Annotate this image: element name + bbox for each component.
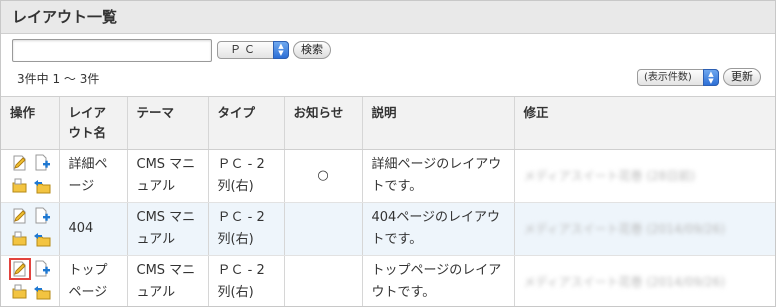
move-folder-icon[interactable] bbox=[11, 282, 29, 300]
move-folder-icon[interactable] bbox=[11, 176, 29, 194]
modified-cell: メディアスイート花巻 (28日前) bbox=[513, 149, 775, 203]
refresh-button[interactable]: 更新 bbox=[723, 68, 761, 86]
notice-cell: ○ bbox=[283, 149, 362, 203]
title-bar: レイアウト一覧 bbox=[1, 1, 775, 34]
device-select-value: ＰＣ bbox=[230, 43, 258, 56]
export-folder-icon[interactable] bbox=[33, 229, 51, 247]
page-title: レイアウト一覧 bbox=[12, 8, 118, 26]
table-header-row: 操作 レイアウト名 テーマ タイプ お知らせ 説明 修正 bbox=[1, 96, 775, 150]
modified-text: メディアスイート花巻 (2014/09/26) bbox=[523, 274, 726, 289]
layout-name-cell: 404 bbox=[58, 202, 127, 256]
per-page-select[interactable]: (表示件数) ▲ ▼ bbox=[637, 68, 719, 86]
modified-text: メディアスイート花巻 (28日前) bbox=[523, 168, 696, 183]
table-row: トップページ CMS マニュアル ＰＣ - 2列(右) トップページのレイアウト… bbox=[1, 255, 775, 306]
type-cell: ＰＣ - 2列(右) bbox=[207, 202, 284, 256]
modified-cell: メディアスイート花巻 (2014/09/26) bbox=[513, 255, 775, 306]
theme-cell: CMS マニュアル bbox=[126, 149, 208, 203]
per-page-select-value: (表示件数) bbox=[644, 71, 692, 83]
select-arrows-icon: ▲ ▼ bbox=[703, 68, 719, 86]
theme-cell: CMS マニュアル bbox=[126, 202, 208, 256]
device-select[interactable]: ＰＣ ▲ ▼ bbox=[217, 41, 289, 59]
column-header-description: 説明 bbox=[361, 96, 514, 150]
search-button[interactable]: 検索 bbox=[293, 41, 331, 59]
description-cell: 404ページのレイアウトです。 bbox=[361, 202, 514, 256]
description-cell: トップページのレイアウトです。 bbox=[361, 255, 514, 306]
column-header-theme: テーマ bbox=[126, 96, 208, 150]
edit-pencil-icon[interactable] bbox=[9, 258, 31, 280]
layout-table: 操作 レイアウト名 テーマ タイプ お知らせ 説明 修正 詳細ページ CMS マ… bbox=[1, 96, 775, 306]
layout-name-cell: 詳細ページ bbox=[58, 149, 127, 203]
layout-name-cell: トップページ bbox=[58, 255, 127, 306]
copy-page-icon[interactable] bbox=[33, 260, 51, 278]
export-folder-icon[interactable] bbox=[33, 282, 51, 300]
modified-cell: メディアスイート花巻 (2014/09/26) bbox=[513, 202, 775, 256]
table-row: 404 CMS マニュアル ＰＣ - 2列(右) 404ページのレイアウトです。… bbox=[1, 202, 775, 256]
search-input[interactable] bbox=[12, 38, 212, 62]
copy-page-icon[interactable] bbox=[33, 154, 51, 172]
column-header-layout-name: レイアウト名 bbox=[58, 96, 127, 150]
ops-cell bbox=[1, 202, 59, 256]
column-header-modified: 修正 bbox=[513, 96, 775, 150]
edit-pencil-icon[interactable] bbox=[11, 154, 29, 172]
column-header-type: タイプ bbox=[207, 96, 284, 150]
description-cell: 詳細ページのレイアウトです。 bbox=[361, 149, 514, 203]
edit-pencil-icon[interactable] bbox=[11, 207, 29, 225]
move-folder-icon[interactable] bbox=[11, 229, 29, 247]
ops-cell bbox=[1, 255, 59, 306]
layout-list-panel: レイアウト一覧 ＰＣ ▲ ▼ 検索 3件中 1 ～ 3件 (表示件数) ▲ ▼ 更新… bbox=[0, 0, 776, 307]
modified-text: メディアスイート花巻 (2014/09/26) bbox=[523, 221, 726, 236]
select-arrows-icon: ▲ ▼ bbox=[273, 41, 289, 59]
list-tools: (表示件数) ▲ ▼ 更新 bbox=[637, 68, 761, 86]
search-row: ＰＣ ▲ ▼ 検索 bbox=[12, 38, 331, 62]
ops-cell bbox=[1, 149, 59, 203]
copy-page-icon[interactable] bbox=[33, 207, 51, 225]
table-row: 詳細ページ CMS マニュアル ＰＣ - 2列(右) ○ 詳細ページのレイアウト… bbox=[1, 149, 775, 203]
notice-cell bbox=[283, 202, 362, 256]
column-header-notice: お知らせ bbox=[283, 96, 362, 150]
notice-cell bbox=[283, 255, 362, 306]
theme-cell: CMS マニュアル bbox=[126, 255, 208, 306]
type-cell: ＰＣ - 2列(右) bbox=[207, 149, 284, 203]
column-header-operations: 操作 bbox=[1, 96, 59, 150]
type-cell: ＰＣ - 2列(右) bbox=[207, 255, 284, 306]
export-folder-icon[interactable] bbox=[33, 176, 51, 194]
result-count: 3件中 1 ～ 3件 bbox=[17, 72, 100, 86]
